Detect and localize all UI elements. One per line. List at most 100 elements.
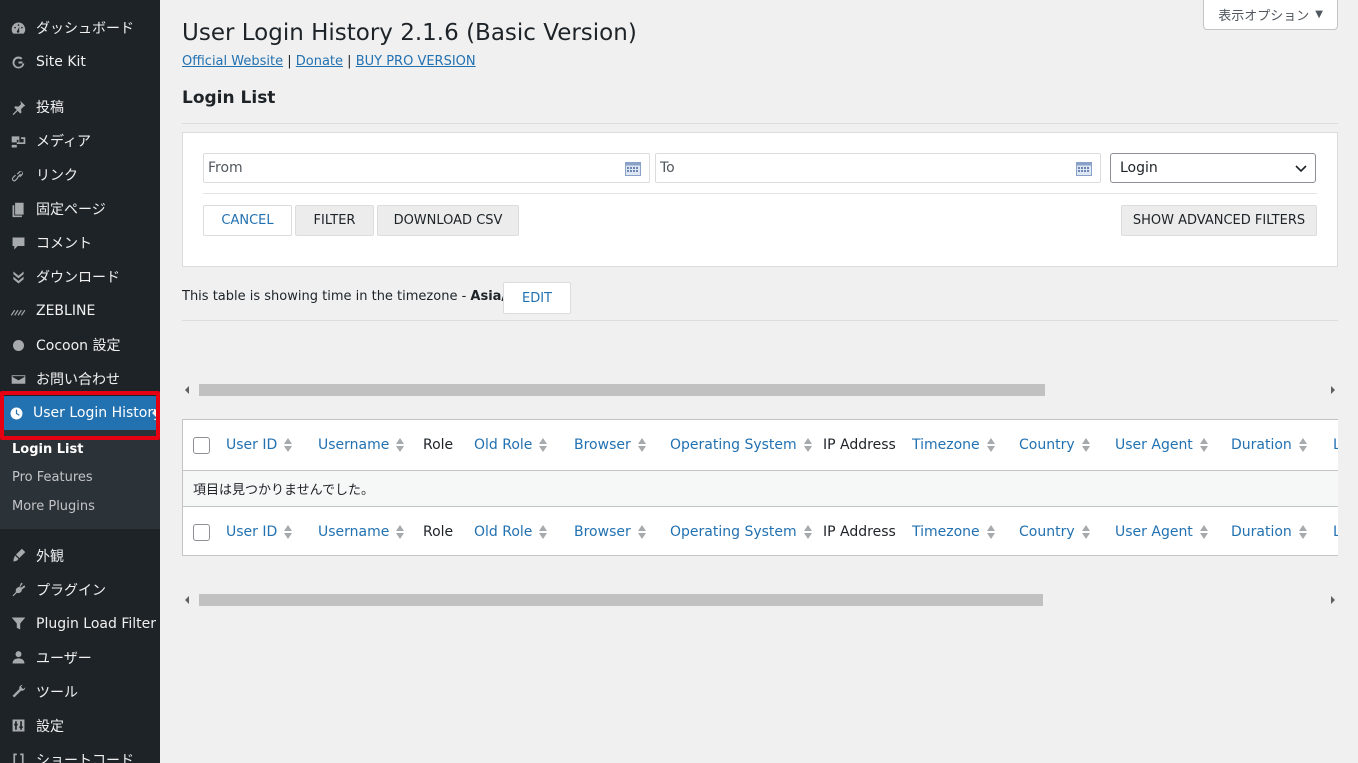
sidebar-item-label: ダウンロード [36,270,120,286]
filter-button[interactable]: FILTER [295,205,374,236]
column-country[interactable]: Country [1019,507,1091,555]
sidebar-item-plugins[interactable]: プラグイン [0,573,160,607]
column-user-agent[interactable]: User Agent [1115,507,1209,555]
sidebar-item-zebline[interactable]: ZEBLINE [0,294,160,328]
column-username[interactable]: Username [318,420,405,470]
brush-icon [8,546,28,566]
sidebar-item-label: ユーザー [36,650,92,667]
sidebar-item-contact[interactable]: お問い合わせ [0,362,160,396]
scroll-left-arrow-icon[interactable] [185,386,189,394]
sidebar-item-appearance[interactable]: 外観 [0,539,160,573]
sidebar-item-comments[interactable]: コメント [0,226,160,260]
column-user-id[interactable]: User ID [226,420,293,470]
login-list-table: User ID Username Role Old Role Browser O… [182,419,1338,556]
from-date-input[interactable]: From [203,153,650,183]
scroll-thumb[interactable] [199,384,1045,396]
sidebar-item-label: リンク [36,168,78,184]
sidebar-item-shortcodes[interactable]: ショートコード [0,743,160,763]
link-separator: | [347,54,352,69]
column-duration[interactable]: Duration [1231,507,1308,555]
column-timezone[interactable]: Timezone [912,420,996,470]
column-browser[interactable]: Browser [574,420,647,470]
column-country[interactable]: Country [1019,420,1091,470]
login-type-select[interactable]: Login [1110,153,1316,183]
sort-icon [1199,438,1209,452]
active-menu-arrow [152,405,160,421]
table-footer: User ID Username Role Old Role Browser O… [183,507,1338,555]
column-browser[interactable]: Browser [574,507,647,555]
horizontal-scrollbar-top[interactable] [182,382,1338,398]
user-icon [8,648,28,668]
column-last-seen[interactable]: L [1333,507,1338,555]
download-icon [8,267,28,287]
sort-icon [803,525,813,539]
column-role: Role [423,524,454,540]
calendar-icon[interactable] [625,161,641,176]
sidebar-item-tools[interactable]: ツール [0,675,160,709]
circle-icon [8,335,28,355]
sidebar-item-label: 設定 [36,718,64,735]
buy-pro-link[interactable]: BUY PRO VERSION [356,54,476,69]
scroll-left-arrow-icon[interactable] [185,596,189,604]
sort-icon [1298,438,1308,452]
column-operating-system[interactable]: Operating System [670,420,813,470]
calendar-icon[interactable] [1076,161,1092,176]
page-title: User Login History 2.1.6 (Basic Version) [182,20,637,46]
timezone-text: This table is showing time in the timezo… [182,289,471,304]
scroll-right-arrow-icon[interactable] [1331,596,1335,604]
sidebar-item-label: ダッシュボード [36,21,134,37]
sidebar-item-plugin-load-filter[interactable]: Plugin Load Filter [0,607,160,641]
column-duration[interactable]: Duration [1231,420,1308,470]
sidebar-item-site-kit[interactable]: Site Kit [0,45,160,79]
sidebar-item-cocoon[interactable]: Cocoon 設定 [0,328,160,362]
sort-icon [1081,525,1091,539]
sort-icon [539,438,548,452]
cancel-button[interactable]: CANCEL [203,205,292,236]
column-old-role[interactable]: Old Role [474,507,548,555]
divider [182,320,1338,321]
column-timezone[interactable]: Timezone [912,507,996,555]
official-website-link[interactable]: Official Website [182,54,283,69]
sidebar-item-label: メディア [36,134,92,150]
sidebar-item-media[interactable]: メディア [0,124,160,158]
scroll-right-arrow-icon[interactable] [1331,386,1335,394]
from-placeholder: From [208,160,243,176]
link-separator: | [287,54,292,69]
column-user-agent[interactable]: User Agent [1115,420,1209,470]
sidebar-item-posts[interactable]: 投稿 [0,90,160,124]
select-all-checkbox[interactable] [193,437,210,454]
sidebar-item-settings[interactable]: 設定 [0,709,160,743]
scroll-thumb[interactable] [199,594,1043,606]
column-operating-system[interactable]: Operating System [670,507,813,555]
horizontal-scrollbar-bottom[interactable] [182,592,1338,608]
sidebar-item-links[interactable]: リンク [0,158,160,192]
column-ip-address: IP Address [823,524,896,540]
sidebar-item-users[interactable]: ユーザー [0,641,160,675]
sidebar-item-label: User Login History [33,405,160,421]
plugin-icon [8,580,28,600]
sidebar-item-user-login-history[interactable]: User Login History [0,396,160,430]
show-advanced-filters-button[interactable]: SHOW ADVANCED FILTERS [1121,205,1317,236]
donate-link[interactable]: Donate [296,54,343,69]
sidebar-item-downloads[interactable]: ダウンロード [0,260,160,294]
sort-icon [284,438,293,452]
column-last-seen[interactable]: L [1333,420,1338,470]
media-icon [8,131,28,151]
sidebar-item-dashboard[interactable]: ダッシュボード [0,11,160,45]
admin-sidebar: ダッシュボード Site Kit 投稿 メディア リンク 固定ページ コメント [0,0,160,763]
submenu-item-login-list[interactable]: Login List [0,435,160,464]
edit-timezone-button[interactable]: EDIT [503,282,571,314]
submenu-item-pro-features[interactable]: Pro Features [0,464,160,493]
screen-options-button[interactable]: 表示オプション ▼ [1203,0,1338,30]
clock-icon [8,403,25,423]
sidebar-item-pages[interactable]: 固定ページ [0,192,160,226]
to-date-input[interactable]: To [655,153,1101,183]
sidebar-item-label: 外観 [36,548,64,565]
column-old-role[interactable]: Old Role [474,420,548,470]
select-all-checkbox[interactable] [193,524,210,541]
column-user-id[interactable]: User ID [226,507,293,555]
download-csv-button[interactable]: DOWNLOAD CSV [377,205,519,236]
sidebar-item-label: 固定ページ [36,202,106,218]
submenu-item-more-plugins[interactable]: More Plugins [0,492,160,521]
column-username[interactable]: Username [318,507,405,555]
